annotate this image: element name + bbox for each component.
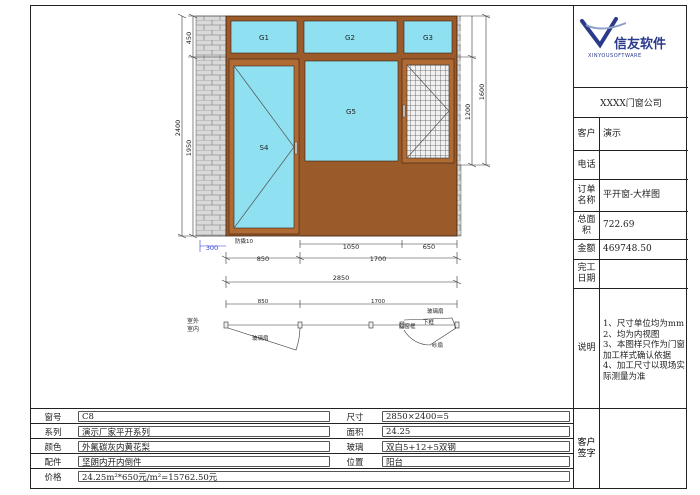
label-anti-theft: 防撬10 [235,237,253,245]
size-label: 尺寸 [346,412,364,423]
plan-dim-1700: 1700 [371,299,385,305]
window-no-value: C8 [78,411,330,422]
logo-row: 信友软件 XINYOUSOFTWARE [574,5,688,88]
finish-label: 完工日期 [574,260,600,288]
label-indoor: 室内 [187,325,199,333]
order-value: 平开窗-大样图 [603,190,661,200]
brick-wall-right [457,16,461,166]
size-value: 2850×2400=5 [382,411,570,422]
label-outdoor: 室外 [187,317,199,325]
label-glass-fan-right: 玻璃扇 [427,307,444,315]
info-panel: 信友软件 XINYOUSOFTWARE XXXX门窗公司 客户 演示 电话 订单… [573,5,688,408]
screen-mesh [406,64,450,159]
dim-1950: 1950 [185,140,193,157]
finish-row: 完工日期 [574,260,688,289]
label-g1: G1 [259,34,269,42]
dim-300: 300 [206,244,218,252]
color-value: 外氟碳灰内黄花梨 [78,441,330,453]
order-row: 订单名称 平开窗-大样图 [574,180,688,212]
customer-label: 客户 [574,118,600,150]
amount-row: 金额 469748.50 [574,240,688,260]
color-label: 颜色 [44,442,62,453]
spec-row-3: 颜色 外氟碳灰内黄花梨 玻璃 双白5+12+5双钢 [30,439,573,454]
position-label: 位置 [346,457,364,468]
fittings-label: 配件 [44,457,62,468]
series-value: 演示厂家平开系列 [78,426,330,438]
customer-value: 演示 [603,128,622,139]
customer-row: 客户 演示 [574,118,688,151]
label-bottom-frame: 下框 [423,318,435,326]
dim-650: 650 [423,243,435,251]
dim-2400: 2400 [174,120,182,137]
area-value: 722.69 [603,220,635,230]
dim-1200: 1200 [464,104,472,121]
amount-value: 469748.50 [603,244,652,254]
position-value: 阳台 [382,456,570,468]
company-row: XXXX门窗公司 [574,88,688,118]
company-name: XXXX门窗公司 [600,99,662,109]
signature-box: 客户签字 [573,408,687,489]
fittings-value: 坚朗内开内倒件 [78,456,330,468]
logo-subtitle: XINYOUSOFTWARE [588,53,642,59]
note-item: 1、尺寸单位均为mm [603,319,685,329]
spec-area-value: 24.25 [382,426,570,437]
amount-label: 金额 [574,240,600,259]
dim-850: 850 [257,255,269,263]
phone-value [603,151,686,179]
glass-label: 玻璃 [346,442,364,453]
dim-2850: 2850 [333,274,350,282]
plan-dim-850: 850 [258,299,269,305]
label-g3: G3 [423,34,433,42]
spec-area-label: 面积 [346,427,364,438]
dim-1700: 1700 [370,255,387,263]
finish-value [603,260,686,288]
dim-1600: 1600 [478,84,486,101]
phone-row: 电话 [574,151,688,180]
label-g5: G5 [346,108,356,116]
signature-label: 客户签字 [574,409,600,489]
spec-row-1: 窗号 C8 尺寸 2850×2400=5 [30,409,573,424]
label-s4: S4 [260,144,269,152]
window-no-label: 窗号 [44,412,62,423]
spec-row-2: 系列 演示厂家平开系列 面积 24.25 [30,424,573,439]
phone-label: 电话 [574,151,600,179]
label-mullion: 隐窗框 [399,322,416,330]
series-label: 系列 [44,427,62,438]
screen-handle [402,104,406,118]
area-label: 总面积 [574,212,600,239]
notes-row: 说明 1、尺寸单位均为mm 2、均为内视图 3、本图样只作为门窗加工样式确认依据… [574,289,688,408]
label-screen-fan: 纱扇 [432,341,443,349]
dim-450: 450 [185,32,193,44]
notes-label: 说明 [574,289,600,408]
area-row: 总面积 722.69 [574,212,688,240]
logo-name: 信友软件 [614,37,667,52]
notes-list: 1、尺寸单位均为mm 2、均为内视图 3、本图样只作为门窗加工样式确认依据 4、… [603,319,686,382]
spec-table: 窗号 C8 尺寸 2850×2400=5 系列 演示厂家平开系列 面积 24.2… [30,408,573,489]
note-item: 2、均为内视图 [603,329,660,340]
door-handle [294,141,298,155]
price-label: 价格 [44,472,62,483]
label-glass-fan: 玻璃扇 [252,334,269,342]
note-item: 3、本图样只作为门窗加工样式确认依据 [603,340,685,361]
dim-1050: 1050 [343,243,360,251]
brick-wall-left [195,15,227,237]
note-item: 4、加工尺寸以现场实际测量为准 [603,361,685,382]
glass-value: 双白5+12+5双钢 [382,441,570,453]
spec-row-4: 配件 坚朗内开内倒件 位置 阳台 [30,454,573,469]
price-value: 24.25m²*650元/m²=15762.50元 [78,471,570,483]
spec-row-5: 价格 24.25m²*650元/m²=15762.50元 [30,469,573,485]
label-g2: G2 [345,34,355,42]
order-label: 订单名称 [574,180,600,211]
